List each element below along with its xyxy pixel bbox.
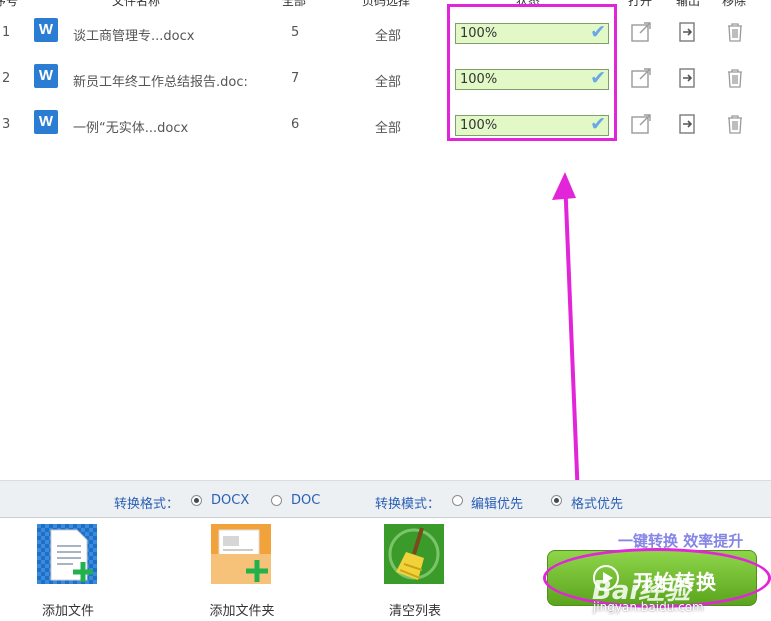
- broom-icon: [384, 524, 444, 584]
- add-folder-button[interactable]: 添加文件夹: [197, 524, 287, 619]
- options-bar: 转换格式： DOCX DOC 转换模式： 编辑优先 格式优先: [0, 480, 771, 518]
- mode-edit-radio[interactable]: [452, 495, 463, 506]
- add-file-button[interactable]: 添加文件: [23, 524, 113, 619]
- mode-label: 转换模式：: [375, 497, 441, 512]
- add-folder-label: 添加文件夹: [209, 604, 275, 619]
- mode-layout-radio[interactable]: [551, 495, 562, 506]
- add-folder-icon: [211, 524, 271, 584]
- add-file-icon: [37, 524, 97, 584]
- clear-list-label: 清空列表: [388, 604, 441, 619]
- watermark-url: jingyan.baidu.com: [593, 600, 704, 614]
- clear-list-button[interactable]: 清空列表: [370, 524, 460, 619]
- mode-layout-label[interactable]: 格式优先: [571, 493, 623, 512]
- format-docx-label[interactable]: DOCX: [211, 493, 249, 508]
- add-file-label: 添加文件: [41, 604, 94, 619]
- mode-edit-label[interactable]: 编辑优先: [471, 493, 523, 512]
- format-doc-radio[interactable]: [271, 495, 282, 506]
- format-docx-radio[interactable]: [191, 495, 202, 506]
- format-label: 转换格式：: [114, 497, 180, 512]
- format-doc-label[interactable]: DOC: [291, 493, 320, 508]
